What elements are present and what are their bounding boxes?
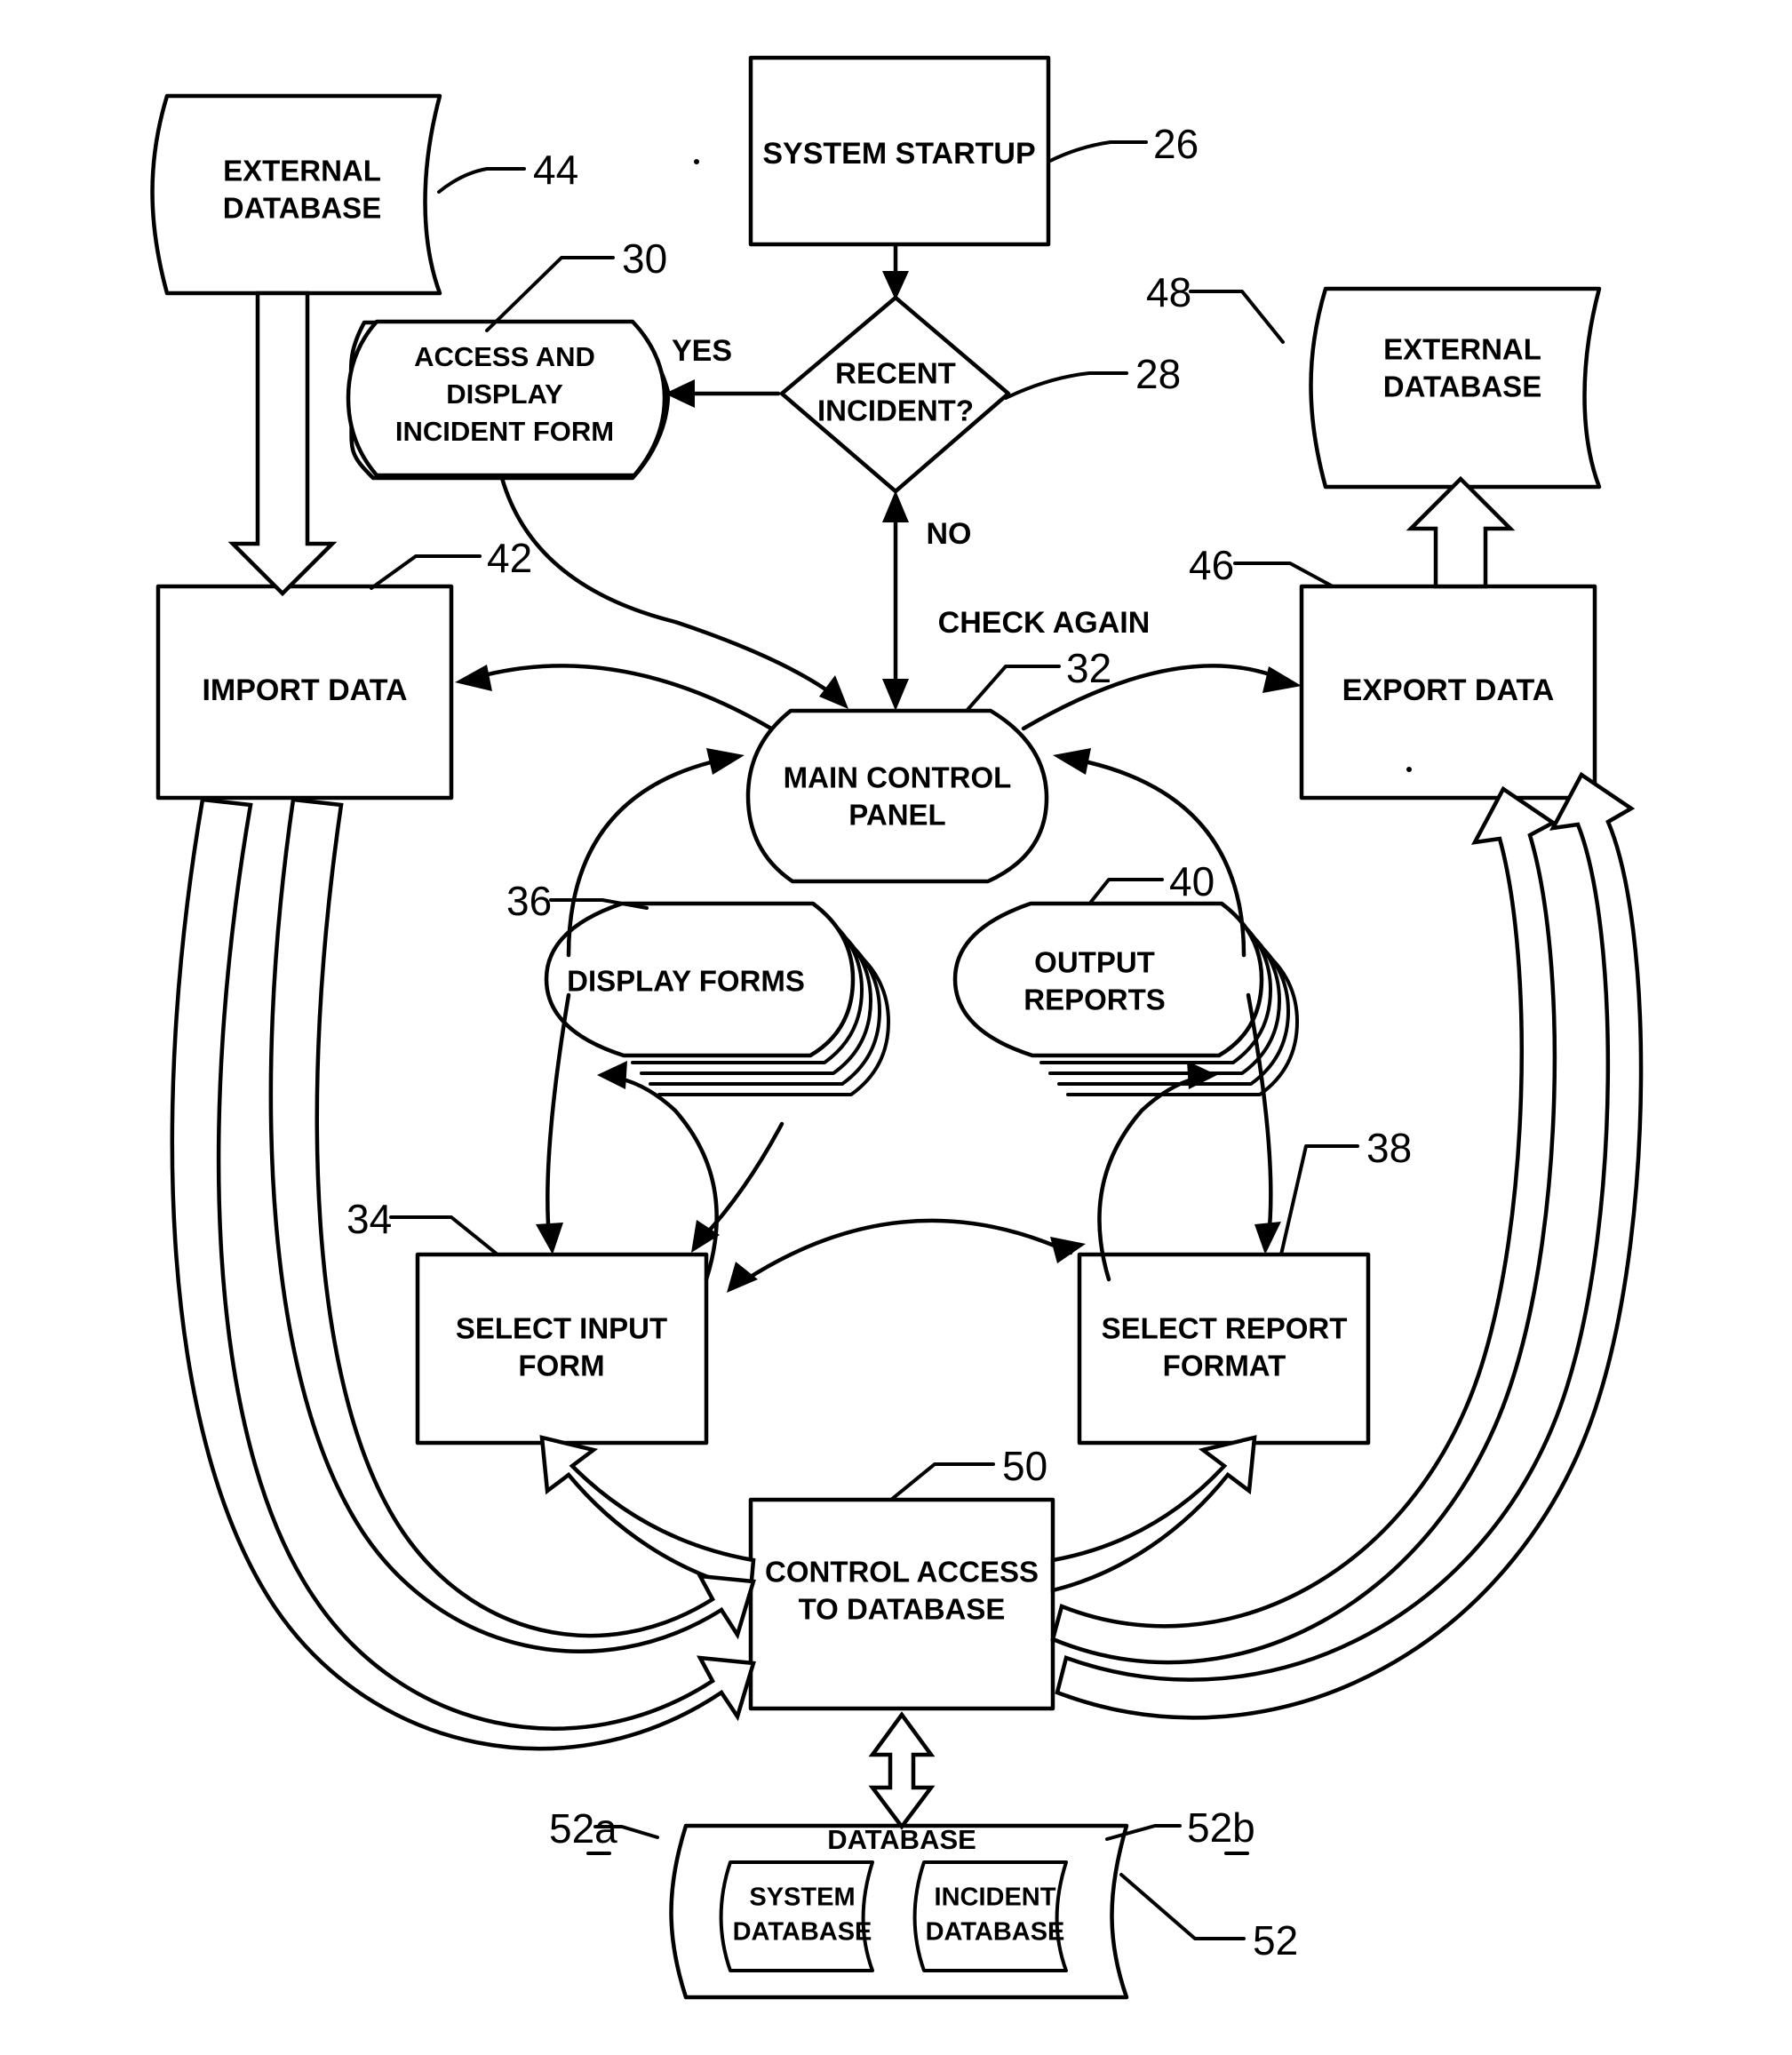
edge-mcp-to-export xyxy=(1021,664,1275,731)
ref-num-26: 26 xyxy=(1153,121,1199,167)
external-db-left-label-line1: EXTERNAL xyxy=(223,155,381,187)
output-reports-label-line2: REPORTS xyxy=(1023,984,1166,1016)
node-system-database xyxy=(719,1860,874,1972)
arrowhead-access-to-mcp xyxy=(819,675,848,709)
control-access-label-line2: TO DATABASE xyxy=(799,1593,1006,1626)
scan-speck-2 xyxy=(1406,767,1412,772)
arrowhead-decision-to-mcp xyxy=(882,679,909,711)
ref-num-52b: 52b xyxy=(1187,1804,1255,1851)
external-db-left-label-line2: DATABASE xyxy=(223,192,381,225)
edge-selectinput-to-displayforms xyxy=(617,1076,719,1282)
ref-num-52a: 52a xyxy=(549,1805,617,1852)
ref-num-46: 46 xyxy=(1189,542,1234,588)
ref-num-50: 50 xyxy=(1002,1443,1047,1489)
incident-database-label-line1: INCIDENT xyxy=(935,1884,1056,1912)
access-display-label-line3: INCIDENT FORM xyxy=(395,416,614,447)
import-data-label: IMPORT DATA xyxy=(202,673,407,707)
leader-28 xyxy=(1004,371,1128,400)
ref-num-38: 38 xyxy=(1366,1125,1412,1171)
leader-44 xyxy=(437,167,526,194)
arrowhead-displayforms-to-mcp xyxy=(706,748,745,775)
recent-incident-label-line1: RECENT xyxy=(835,357,956,390)
node-main-control-panel xyxy=(745,708,1049,884)
main-control-panel-label-line2: PANEL xyxy=(848,799,945,832)
ref-num-52: 52 xyxy=(1253,1917,1298,1963)
leader-30 xyxy=(485,256,615,332)
node-display-forms-stack xyxy=(544,901,890,1096)
system-database-label-line2: DATABASE xyxy=(733,1918,872,1947)
external-db-right-label-line1: EXTERNAL xyxy=(1383,333,1541,366)
select-report-format-label-line1: SELECT REPORT xyxy=(1102,1312,1348,1345)
leader-34 xyxy=(389,1215,499,1256)
leader-32 xyxy=(965,665,1061,713)
leader-48 xyxy=(1189,290,1285,344)
leader-50 xyxy=(889,1462,995,1501)
arrowhead-mcp-to-decision xyxy=(882,490,909,522)
access-display-label-line2: DISPLAY xyxy=(446,378,563,410)
arrowhead-selectinput-to-displayforms xyxy=(597,1061,627,1089)
arrowhead-displayforms-to-selectinput xyxy=(536,1223,563,1255)
ref-num-48: 48 xyxy=(1146,269,1191,315)
arrowhead-mcp-to-import xyxy=(455,665,492,691)
incident-database-label-line2: DATABASE xyxy=(926,1918,1065,1947)
edge-controlaccess-to-selectinput xyxy=(539,1435,756,1593)
patent-figure-canvas: EXTERNAL DATABASE SYSTEM STARTUP RECENT … xyxy=(0,0,1792,2055)
edge-displayforms-to-selectinput xyxy=(546,992,571,1239)
select-input-form-label-line1: SELECT INPUT xyxy=(456,1312,667,1345)
edge-label-check-again: CHECK AGAIN xyxy=(938,606,1151,640)
select-report-format-label-line2: FORMAT xyxy=(1163,1350,1286,1382)
access-display-label-line1: ACCESS AND xyxy=(414,341,595,372)
ref-num-40: 40 xyxy=(1169,858,1215,904)
edge-label-yes: YES xyxy=(672,334,732,368)
leader-38 xyxy=(1279,1144,1359,1256)
ref-num-36: 36 xyxy=(506,878,552,924)
ref-num-42: 42 xyxy=(487,535,532,581)
edge-label-no: NO xyxy=(927,517,972,551)
system-startup-label: SYSTEM STARTUP xyxy=(762,137,1035,171)
leader-52 xyxy=(1119,1873,1246,1940)
arrowhead-outputreports-to-selectreport xyxy=(1254,1222,1281,1255)
edge-mcp-to-import xyxy=(482,664,774,731)
system-database-label-line1: SYSTEM xyxy=(749,1884,855,1912)
recent-incident-label-line2: INCIDENT? xyxy=(817,394,974,427)
control-access-label-line1: CONTROL ACCESS xyxy=(765,1556,1039,1589)
export-data-label: EXPORT DATA xyxy=(1342,673,1555,707)
output-reports-label-line1: OUTPUT xyxy=(1034,946,1155,979)
ref-num-34: 34 xyxy=(346,1196,392,1242)
display-forms-label: DISPLAY FORMS xyxy=(567,965,805,998)
arrowhead-mcp-to-export xyxy=(1262,666,1302,693)
node-incident-database xyxy=(912,1860,1068,1972)
external-db-right-label-line2: DATABASE xyxy=(1383,370,1541,403)
edge-selectreport-to-outputreports xyxy=(1097,1076,1198,1282)
leader-46 xyxy=(1233,562,1334,588)
leader-36 xyxy=(549,898,649,910)
edge-export-to-external-db xyxy=(1406,475,1516,589)
leader-26 xyxy=(1047,140,1148,163)
main-control-panel-label-line1: MAIN CONTROL xyxy=(784,761,1012,794)
leader-42 xyxy=(370,554,482,590)
ref-num-30: 30 xyxy=(622,235,667,282)
ref-num-44: 44 xyxy=(533,147,578,193)
ref-num-28: 28 xyxy=(1135,351,1181,397)
leader-40 xyxy=(1089,878,1164,904)
database-label: DATABASE xyxy=(827,1824,976,1855)
ref-num-32: 32 xyxy=(1066,645,1111,691)
edge-external-db-to-import xyxy=(227,291,338,597)
edge-controlaccess-to-selectreport xyxy=(1050,1435,1257,1593)
select-input-form-label-line2: FORM xyxy=(518,1350,604,1382)
edge-access-to-mcp xyxy=(499,475,836,697)
flowchart-svg: EXTERNAL DATABASE SYSTEM STARTUP RECENT … xyxy=(150,55,1644,2000)
scan-speck-1 xyxy=(694,159,699,164)
arrowhead-outputreports-to-mcp xyxy=(1053,748,1091,775)
arrowhead-startup-decision xyxy=(882,271,909,300)
edge-controlaccess-database xyxy=(868,1711,936,1830)
